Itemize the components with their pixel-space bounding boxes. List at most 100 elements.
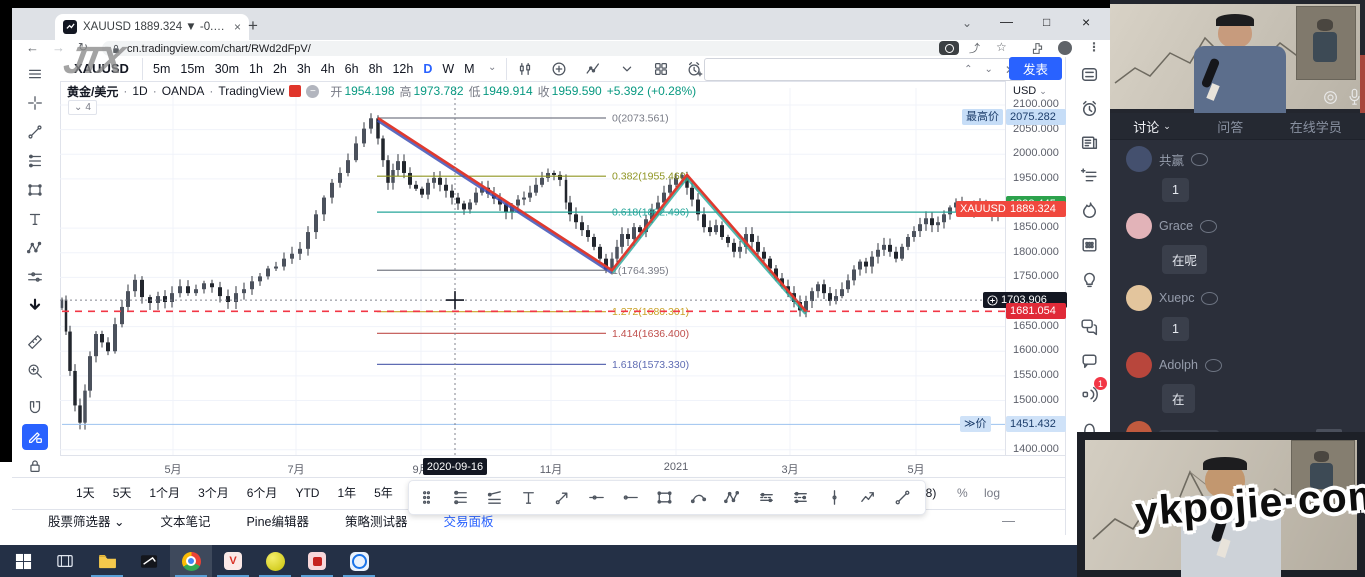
hotlists-icon[interactable] [1074,195,1104,225]
tab-close-icon[interactable]: × [234,20,241,34]
menu-tool[interactable] [22,61,48,87]
taskbar-browser-blue[interactable] [338,545,380,577]
fib-channel-icon[interactable] [481,484,508,511]
timeframe-12h[interactable]: 12h [387,57,418,81]
lock-all-tool[interactable] [22,453,48,479]
search-prev-icon[interactable]: ⌃ [964,64,972,75]
shapes-tool[interactable] [22,177,48,203]
indicators-icon[interactable] [580,56,606,82]
streams-icon[interactable]: 1 [1074,379,1104,409]
news-icon[interactable] [1074,127,1104,157]
window-close-icon[interactable]: × [1082,14,1090,30]
notes-icon[interactable] [1074,161,1104,191]
timeframe-2h[interactable]: 2h [268,57,292,81]
back-icon[interactable]: ← [26,40,39,55]
browser-menu-dots-icon[interactable]: ⋮ [1088,40,1100,54]
horizontal-ray-icon[interactable] [617,484,644,511]
parallel-channel-icon[interactable] [753,484,780,511]
chevron-down-icon[interactable] [614,56,640,82]
panel-tab-Pine编辑器[interactable]: Pine编辑器 [228,510,327,535]
range-3个月[interactable]: 3个月 [189,478,238,508]
taskbar-chrome[interactable] [170,545,212,577]
curve-icon[interactable] [685,484,712,511]
taskbar-start[interactable] [2,545,44,577]
taskbar-task-view[interactable] [44,545,86,577]
taskbar-browser-yellow[interactable] [254,545,296,577]
zigzag-icon[interactable] [855,484,882,511]
magnet-tool[interactable] [22,395,48,421]
timeframe-30m[interactable]: 30m [210,57,244,81]
extensions-icon[interactable] [1031,42,1044,55]
arrow-mark-down-tool[interactable] [22,293,48,319]
disjoint-channel-icon[interactable] [787,484,814,511]
drag-handle-icon[interactable] [413,484,440,511]
candlestick-chart[interactable]: 0(2073.561)0.382(1955.460)0.618(1882.496… [60,88,1005,455]
ruler-tool[interactable] [22,329,48,355]
prediction-tool[interactable] [22,264,48,290]
price-scale[interactable]: USD ⌄ 2100.0002050.0002000.0001950.00018… [1005,81,1066,455]
percent-scale-button[interactable]: % [957,486,968,500]
log-scale-button[interactable]: log [984,486,1000,500]
taskbar-meeting-app-red[interactable] [296,545,338,577]
drawing-lock-tool[interactable] [22,424,48,450]
vertical-line-icon[interactable] [821,484,848,511]
range-1天[interactable]: 1天 [67,478,104,508]
panel-tab-股票筛选器[interactable]: 股票筛选器 ⌄ [30,510,142,535]
search-next-icon[interactable]: ⌄ [985,64,993,75]
taskbar-file-explorer[interactable] [86,545,128,577]
compare-plus-icon[interactable] [546,56,572,82]
timeframe-M[interactable]: M [459,57,479,81]
tab-search-icon[interactable]: ⌄ [962,16,972,30]
bookmark-star-icon[interactable]: ☆ [996,40,1007,54]
range-5年[interactable]: 5年 [365,478,402,508]
chart-legend[interactable]: 黄金/美元 · 1D · OANDA · TradingView − 开1954… [67,84,696,98]
range-YTD[interactable]: YTD [286,478,328,508]
url-bar[interactable]: cn.tradingview.com/chart/RWd2dFpV/ [102,41,950,56]
forward-icon[interactable]: → [52,40,65,55]
profile-avatar[interactable] [1058,41,1072,55]
window-maximize-icon[interactable]: □ [1043,15,1050,29]
zoom-in-tool[interactable] [22,358,48,384]
speaker-video[interactable] [1110,0,1365,113]
range-1个月[interactable]: 1个月 [140,478,189,508]
range-6个月[interactable]: 6个月 [238,478,287,508]
panel-tab-文本笔记[interactable]: 文本笔记 [142,510,228,535]
timeframe-3h[interactable]: 3h [292,57,316,81]
patterns-tool[interactable] [22,235,48,261]
timeframe-1h[interactable]: 1h [244,57,268,81]
alerts-clock-icon[interactable] [1074,93,1104,123]
chat-tab-在线学员[interactable]: 在线学员 [1290,117,1342,136]
browser-tab[interactable]: XAUUSD 1889.324 ▼ -0.77% × [55,14,249,40]
timeframe-D[interactable]: D [418,57,437,81]
plus-circle-icon[interactable] [987,295,998,306]
horizontal-line-icon[interactable] [583,484,610,511]
timeframe-6h[interactable]: 6h [340,57,364,81]
timeframe-W[interactable]: W [437,57,459,81]
eye-toggle-icon[interactable]: − [306,85,319,98]
arrow-icon[interactable] [549,484,576,511]
floating-drawing-toolbar[interactable] [408,480,926,515]
camera-toggle-icon[interactable] [1322,90,1339,105]
xabcd-pattern-icon[interactable] [719,484,746,511]
chat-tab-讨论[interactable]: 讨论⌄ [1133,117,1171,136]
media-extension-icon[interactable] [939,41,959,55]
timeframe-15m[interactable]: 15m [175,57,209,81]
watchlist-icon[interactable] [1074,59,1104,89]
chat-message-list[interactable]: 共赢1Grace在呢Xuepc1Adolph在Adolph还有一个2.618 [1126,146,1356,420]
taskbar-stock-app-red[interactable]: V [212,545,254,577]
chat-tab-问答[interactable]: 问答 [1217,117,1243,136]
currency-selector[interactable]: USD ⌄ [1013,85,1047,97]
range-5天[interactable]: 5天 [104,478,141,508]
fib-retracement-icon[interactable] [447,484,474,511]
share-icon[interactable]: ⤴ [969,40,980,56]
text-icon[interactable] [515,484,542,511]
hidden-indicators-chip[interactable]: ⌄4 [68,100,97,115]
chart-style-candles-icon[interactable] [512,56,538,82]
fib-retracement-tool[interactable] [22,148,48,174]
panel-minimize-button[interactable]: — [1002,513,1015,528]
new-tab-button[interactable]: + [248,16,258,36]
timeframe-5m[interactable]: 5m [148,57,175,81]
text-tool[interactable] [22,206,48,232]
timeframe-chevron-icon[interactable]: ⌄ [488,62,496,73]
crosshair-tool[interactable] [22,90,48,116]
